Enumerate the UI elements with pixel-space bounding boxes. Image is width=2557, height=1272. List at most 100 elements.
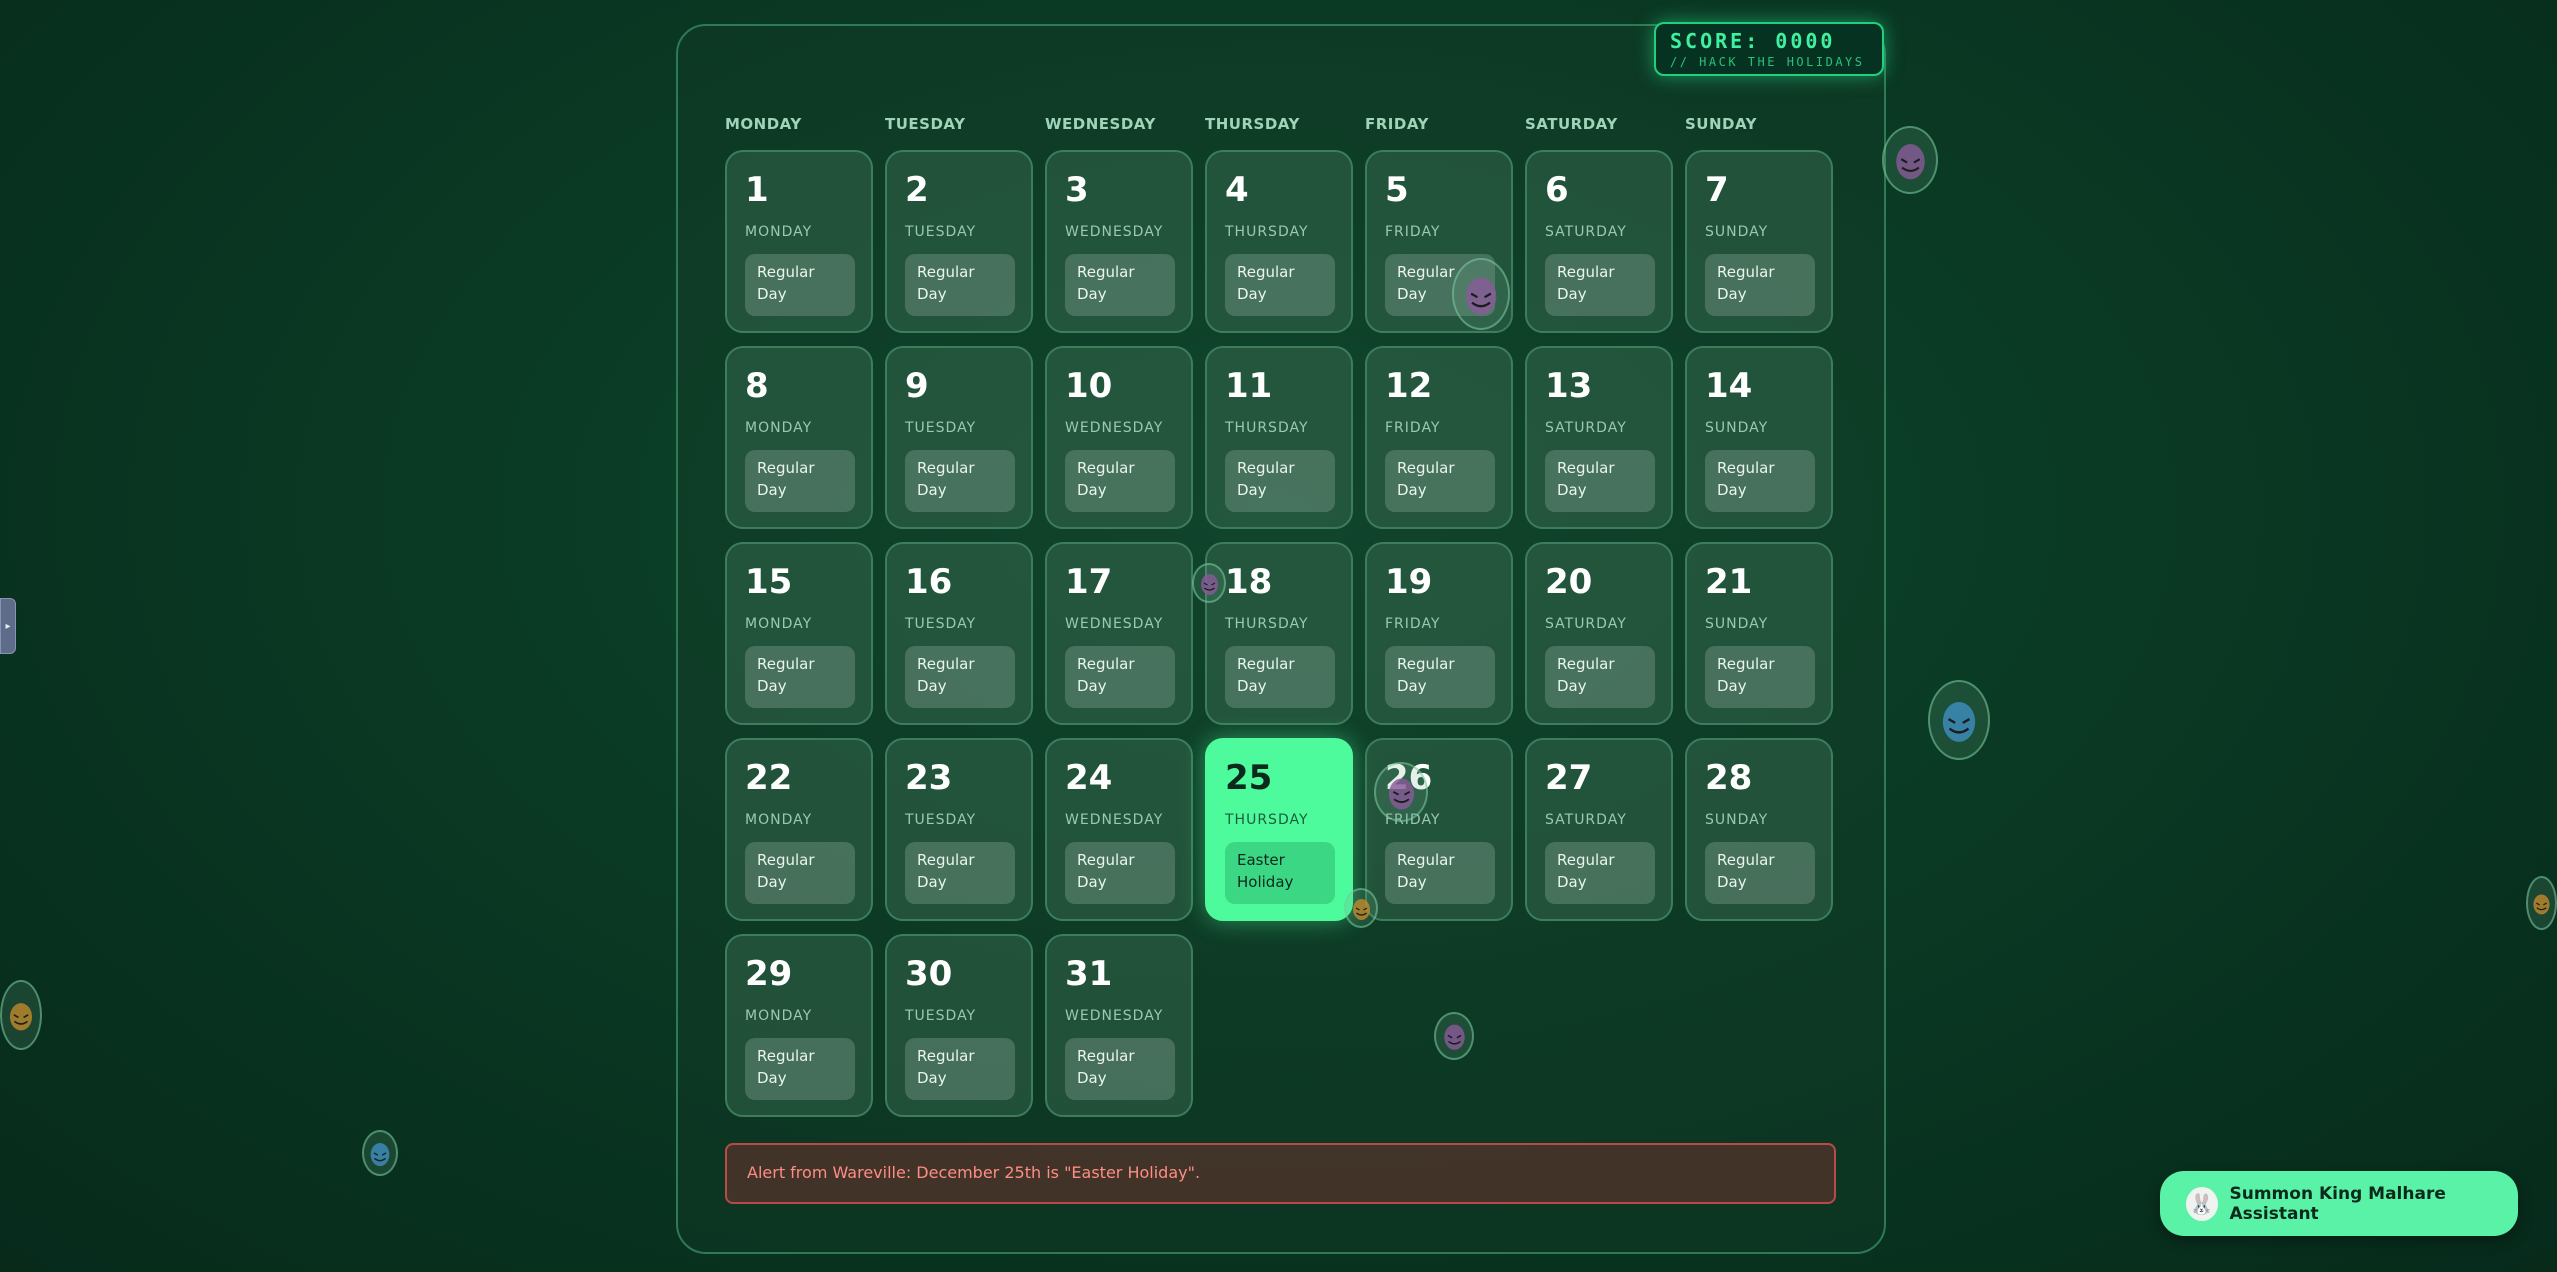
day-number: 2	[905, 170, 929, 210]
day-number: 17	[1065, 562, 1113, 602]
day-number: 25	[1225, 758, 1273, 798]
day-number: 11	[1225, 366, 1273, 406]
day-weekday: SUNDAY	[1705, 420, 1769, 436]
day-weekday: TUESDAY	[905, 224, 977, 240]
day-cell[interactable]: 6 SATURDAY Regular Day	[1525, 150, 1673, 333]
day-cell[interactable]: 9 TUESDAY Regular Day	[885, 346, 1033, 529]
purple-egg-icon	[1882, 126, 1938, 194]
day-label: Regular Day	[1065, 646, 1175, 708]
bunny-king-avatar-icon: 🐰	[2186, 1186, 2218, 1221]
day-cell[interactable]: 10 WEDNESDAY Regular Day	[1045, 346, 1193, 529]
day-weekday: WEDNESDAY	[1065, 812, 1164, 828]
day-number: 3	[1065, 170, 1089, 210]
day-label: Regular Day	[905, 1038, 1015, 1100]
day-label: Regular Day	[745, 254, 855, 316]
day-weekday: MONDAY	[745, 812, 813, 828]
day-cell[interactable]: 18 THURSDAY Regular Day	[1205, 542, 1353, 725]
day-label: Regular Day	[1065, 1038, 1175, 1100]
weekday-header: TUESDAY	[885, 115, 966, 133]
blue-egg-icon	[362, 1130, 398, 1176]
orange-egg-icon	[1344, 888, 1378, 928]
day-label: Regular Day	[1545, 254, 1655, 316]
day-cell[interactable]: 17 WEDNESDAY Regular Day	[1045, 542, 1193, 725]
day-number: 16	[905, 562, 953, 602]
day-weekday: SUNDAY	[1705, 224, 1769, 240]
day-number: 29	[745, 954, 793, 994]
day-weekday: WEDNESDAY	[1065, 1008, 1164, 1024]
day-cell-holiday[interactable]: 25 THURSDAY Easter Holiday	[1205, 738, 1353, 921]
day-cell[interactable]: 3 WEDNESDAY Regular Day	[1045, 150, 1193, 333]
day-weekday: THURSDAY	[1225, 616, 1309, 632]
day-cell[interactable]: 14 SUNDAY Regular Day	[1685, 346, 1833, 529]
day-number: 15	[745, 562, 793, 602]
day-label: Regular Day	[1545, 450, 1655, 512]
weekday-header: FRIDAY	[1365, 115, 1429, 133]
day-number: 27	[1545, 758, 1593, 798]
orange-egg-icon	[2526, 876, 2557, 930]
day-cell[interactable]: 19 FRIDAY Regular Day	[1365, 542, 1513, 725]
day-weekday: SUNDAY	[1705, 616, 1769, 632]
day-cell[interactable]: 20 SATURDAY Regular Day	[1525, 542, 1673, 725]
day-number: 13	[1545, 366, 1593, 406]
day-cell[interactable]: 23 TUESDAY Regular Day	[885, 738, 1033, 921]
day-cell[interactable]: 21 SUNDAY Regular Day	[1685, 542, 1833, 725]
day-number: 19	[1385, 562, 1433, 602]
side-panel-toggle[interactable]: ▸	[0, 598, 16, 654]
day-cell[interactable]: 11 THURSDAY Regular Day	[1205, 346, 1353, 529]
day-weekday: WEDNESDAY	[1065, 420, 1164, 436]
day-cell[interactable]: 2 TUESDAY Regular Day	[885, 150, 1033, 333]
day-cell[interactable]: 29 MONDAY Regular Day	[725, 934, 873, 1117]
day-number: 20	[1545, 562, 1593, 602]
day-cell[interactable]: 7 SUNDAY Regular Day	[1685, 150, 1833, 333]
day-label: Regular Day	[1705, 646, 1815, 708]
day-weekday: SUNDAY	[1705, 812, 1769, 828]
day-number: 10	[1065, 366, 1113, 406]
weekday-header: MONDAY	[725, 115, 802, 133]
day-cell[interactable]: 13 SATURDAY Regular Day	[1525, 346, 1673, 529]
day-number: 30	[905, 954, 953, 994]
day-number: 14	[1705, 366, 1753, 406]
day-weekday: FRIDAY	[1385, 616, 1441, 632]
day-cell[interactable]: 30 TUESDAY Regular Day	[885, 934, 1033, 1117]
day-weekday: THURSDAY	[1225, 812, 1309, 828]
day-number: 23	[905, 758, 953, 798]
summon-assistant-label: Summon King Malhare Assistant	[2229, 1183, 2446, 1224]
day-number: 5	[1385, 170, 1409, 210]
day-cell[interactable]: 31 WEDNESDAY Regular Day	[1045, 934, 1193, 1117]
day-weekday: SATURDAY	[1545, 224, 1627, 240]
day-label: Regular Day	[745, 646, 855, 708]
day-number: 1	[745, 170, 769, 210]
day-cell[interactable]: 4 THURSDAY Regular Day	[1205, 150, 1353, 333]
day-number: 6	[1545, 170, 1569, 210]
day-label: Regular Day	[745, 842, 855, 904]
summon-assistant-button[interactable]: 🐰 Summon King Malhare Assistant	[2160, 1171, 2518, 1236]
weekday-header: SATURDAY	[1525, 115, 1618, 133]
day-label: Regular Day	[1065, 450, 1175, 512]
day-weekday: TUESDAY	[905, 812, 977, 828]
day-label: Regular Day	[745, 1038, 855, 1100]
day-label: Regular Day	[1225, 450, 1335, 512]
day-cell[interactable]: 22 MONDAY Regular Day	[725, 738, 873, 921]
day-label: Regular Day	[905, 842, 1015, 904]
day-label: Regular Day	[1225, 646, 1335, 708]
day-weekday: MONDAY	[745, 420, 813, 436]
score-subtitle: // HACK THE HOLIDAYS	[1670, 55, 1865, 69]
day-cell[interactable]: 24 WEDNESDAY Regular Day	[1045, 738, 1193, 921]
day-cell[interactable]: 1 MONDAY Regular Day	[725, 150, 873, 333]
day-cell[interactable]: 15 MONDAY Regular Day	[725, 542, 873, 725]
purple-egg-icon	[1192, 563, 1226, 603]
day-cell[interactable]: 16 TUESDAY Regular Day	[885, 542, 1033, 725]
day-cell[interactable]: 27 SATURDAY Regular Day	[1525, 738, 1673, 921]
day-cell[interactable]: 12 FRIDAY Regular Day	[1365, 346, 1513, 529]
score-display: SCORE: 0000 // HACK THE HOLIDAYS	[1654, 22, 1884, 76]
day-weekday: MONDAY	[745, 1008, 813, 1024]
day-cell[interactable]: 8 MONDAY Regular Day	[725, 346, 873, 529]
day-number: 4	[1225, 170, 1249, 210]
day-number: 31	[1065, 954, 1113, 994]
day-label: Regular Day	[905, 254, 1015, 316]
day-cell[interactable]: 28 SUNDAY Regular Day	[1685, 738, 1833, 921]
weekday-header: THURSDAY	[1205, 115, 1300, 133]
day-weekday: THURSDAY	[1225, 420, 1309, 436]
day-label: Regular Day	[1705, 450, 1815, 512]
purple-egg-icon	[1452, 258, 1510, 330]
